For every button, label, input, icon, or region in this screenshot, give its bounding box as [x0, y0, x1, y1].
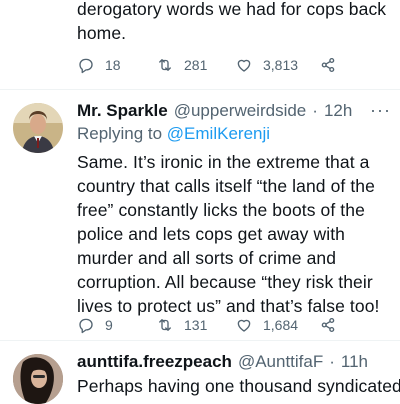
reply1-actions: 9 131 1,684: [77, 316, 337, 334]
reply-count: 18: [105, 57, 121, 73]
mention-link[interactable]: @EmilKerenji: [167, 124, 270, 143]
tweet-line: corruption. All because “they risk their: [77, 272, 373, 292]
tweet-line: lives to protect us” and that’s false to…: [77, 296, 380, 316]
user-handle[interactable]: @AunttifaF: [238, 352, 323, 372]
retweet-button[interactable]: 131: [156, 316, 235, 334]
prev-tweet-text: derogatory words we had for cops back ho…: [77, 0, 397, 45]
tweet-line: country that calls itself “the land of t…: [77, 176, 375, 196]
reply2-text: Perhaps having one thousand syndicated: [77, 374, 400, 398]
retweet-icon: [159, 319, 171, 331]
display-name[interactable]: aunttifa.freezpeach: [77, 352, 232, 372]
reply-count: 9: [105, 317, 113, 333]
display-name[interactable]: Mr. Sparkle: [77, 101, 168, 121]
reply1-header: Mr. Sparkle @upperweirdside · 12h: [77, 101, 352, 121]
reply-icon: [79, 318, 93, 334]
prev-tweet-line: home.: [77, 23, 127, 43]
tweet-line: police and lets cops get away with: [77, 224, 345, 244]
like-count: 3,813: [263, 57, 299, 73]
tweet-line: Perhaps having one thousand syndicated: [77, 376, 400, 396]
share-button[interactable]: [319, 316, 337, 334]
reply-button[interactable]: 18: [77, 56, 156, 74]
prev-tweet-actions: 18 281 3,813: [77, 56, 337, 74]
avatar[interactable]: [13, 103, 63, 153]
like-button[interactable]: 3,813: [235, 56, 319, 74]
prev-tweet-line: derogatory words we had for cops back: [77, 0, 387, 19]
share-icon: [321, 57, 335, 73]
retweet-count: 281: [184, 57, 208, 73]
reply1-text: Same. It’s ironic in the extreme that a …: [77, 150, 399, 318]
tweet-divider: [0, 89, 400, 90]
separator-dot: ·: [329, 352, 335, 371]
tweet-line: free” constantly licks the boots of the: [77, 200, 365, 220]
replying-label: Replying to: [77, 124, 163, 143]
user-handle[interactable]: @upperweirdside: [174, 101, 307, 121]
avatar[interactable]: [13, 354, 63, 404]
like-icon: [237, 59, 251, 72]
more-icon[interactable]: ···: [370, 100, 391, 121]
replying-to: Replying to @EmilKerenji: [77, 124, 270, 144]
reply2-header: aunttifa.freezpeach @AunttifaF · 11h: [77, 352, 368, 372]
like-button[interactable]: 1,684: [235, 316, 319, 334]
share-button[interactable]: [319, 56, 337, 74]
tweet-time[interactable]: 11h: [341, 352, 368, 372]
tweet-line: murder and all sorts of crime and: [77, 248, 337, 268]
retweet-icon: [159, 59, 171, 71]
tweet-divider: [0, 340, 400, 341]
tweet-line: Same. It’s ironic in the extreme that a: [77, 152, 370, 172]
reply-button[interactable]: 9: [77, 316, 156, 334]
separator-dot: ·: [312, 101, 318, 120]
retweet-button[interactable]: 281: [156, 56, 235, 74]
reply-icon: [79, 58, 93, 74]
like-icon: [237, 319, 251, 332]
tweet-time[interactable]: 12h: [324, 101, 352, 121]
like-count: 1,684: [263, 317, 299, 333]
share-icon: [321, 317, 335, 333]
retweet-count: 131: [184, 317, 208, 333]
